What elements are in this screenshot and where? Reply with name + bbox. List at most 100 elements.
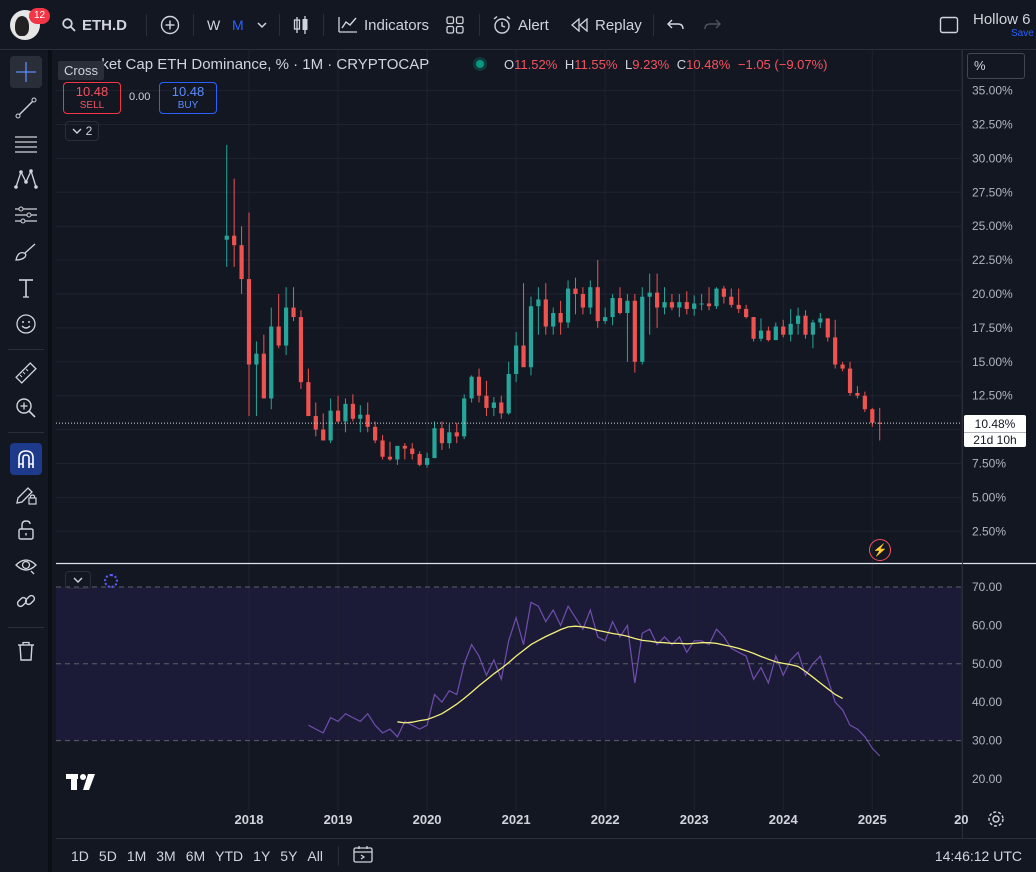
- magnet-mode-button[interactable]: [10, 443, 42, 475]
- range-3m-button[interactable]: 3M: [151, 848, 180, 864]
- text-tool[interactable]: [10, 272, 42, 304]
- price-axis-tick: 12.50%: [972, 389, 1013, 403]
- range-1d-button[interactable]: 1D: [66, 848, 94, 864]
- rsi-axis-tick: 60.00: [972, 618, 1002, 632]
- forecasting-tool[interactable]: [10, 199, 42, 231]
- candle-body: [758, 330, 764, 339]
- scale-unit-select[interactable]: %: [967, 53, 1025, 79]
- chart-type-button[interactable]: [292, 0, 310, 50]
- price-axis-tick: 5.00%: [972, 490, 1006, 504]
- trading-app: 12 ETH.D W M Indicators Alert Replay Hol…: [0, 0, 1036, 872]
- alert-button[interactable]: Alert: [492, 0, 549, 50]
- toolbar-divider: [479, 14, 480, 36]
- candle-body: [669, 302, 675, 308]
- range-ytd-button[interactable]: YTD: [210, 848, 248, 864]
- replay-button[interactable]: Replay: [571, 0, 642, 50]
- candle-body: [528, 306, 534, 368]
- trend-line-tool[interactable]: [10, 92, 42, 124]
- compare-symbol-button[interactable]: [160, 0, 180, 50]
- symbol-search-button[interactable]: ETH.D: [62, 0, 127, 50]
- bar-countdown: 21d 10h: [964, 432, 1026, 447]
- range-all-button[interactable]: All: [302, 848, 328, 864]
- candle-body: [506, 374, 511, 414]
- candle-body: [499, 402, 504, 414]
- candle-body: [469, 376, 474, 399]
- rewind-icon: [571, 18, 588, 32]
- open-value: 11.52%: [514, 57, 558, 72]
- rsi-collapse-button[interactable]: [65, 571, 91, 589]
- interval-monthly-button[interactable]: M: [232, 0, 244, 50]
- layouts-button[interactable]: [446, 0, 464, 50]
- series-title: arket Cap ETH Dominance, % · 1M · CRYPTO…: [88, 56, 430, 73]
- gear-icon: [988, 811, 1004, 827]
- rsi-axis-tick: 20.00: [972, 772, 1002, 786]
- candle-body: [343, 403, 348, 422]
- sell-button[interactable]: 10.48 SELL: [63, 82, 121, 114]
- toolbar-divider: [323, 14, 324, 36]
- price-axis-tick: 35.00%: [972, 84, 1013, 98]
- range-5d-button[interactable]: 5D: [94, 848, 122, 864]
- brush-tool[interactable]: [10, 236, 42, 268]
- range-6m-button[interactable]: 6M: [181, 848, 210, 864]
- redo-button[interactable]: [703, 0, 721, 50]
- fullscreen-button[interactable]: [939, 0, 959, 50]
- candle-body: [803, 315, 808, 335]
- sell-label: SELL: [79, 100, 105, 111]
- candle-body: [588, 287, 593, 308]
- remove-drawings-button[interactable]: [10, 635, 42, 667]
- indicator-loading-icon: [104, 574, 118, 588]
- range-5y-button[interactable]: 5Y: [275, 848, 302, 864]
- measure-tool[interactable]: [10, 357, 42, 389]
- price-axis-tick: 30.00%: [972, 151, 1013, 165]
- candle-body: [246, 279, 252, 365]
- lock-drawings-button[interactable]: [10, 514, 42, 546]
- alert-label: Alert: [518, 16, 549, 34]
- candle-body: [462, 398, 467, 437]
- horizontal-lines-tool[interactable]: [10, 128, 42, 160]
- cross-tool-button[interactable]: [10, 56, 42, 88]
- lightning-icon[interactable]: ⚡: [869, 539, 891, 561]
- utc-clock[interactable]: 14:46:12 UTC: [935, 848, 1022, 864]
- candle-body: [632, 300, 637, 362]
- hide-drawings-button[interactable]: [10, 549, 42, 581]
- candle-body: [439, 428, 445, 444]
- goto-date-button[interactable]: [353, 845, 373, 866]
- range-1m-button[interactable]: 1M: [122, 848, 151, 864]
- link-drawings-button[interactable]: [10, 585, 42, 617]
- chevron-down-icon: [73, 577, 83, 583]
- chart-canvas[interactable]: 35.00%32.50%30.00%27.50%25.00%22.50%20.0…: [56, 50, 1036, 838]
- interval-weekly-button[interactable]: W: [207, 0, 220, 50]
- indicators-collapse-button[interactable]: 2: [65, 121, 99, 141]
- candle-body: [870, 409, 875, 423]
- time-axis-tick: 2019: [324, 812, 353, 827]
- candle-body: [350, 403, 355, 419]
- ohlc-legend: O11.52% H11.55% L9.23% C10.48% −1.05 (−9…: [504, 57, 828, 72]
- sidebar-divider: [8, 349, 44, 350]
- unlock-icon: [18, 520, 34, 540]
- pattern-tool[interactable]: [10, 163, 42, 195]
- buy-button[interactable]: 10.48 BUY: [159, 82, 217, 114]
- chart-settings-button[interactable]: [987, 810, 1005, 833]
- close-value: 10.48%: [686, 57, 731, 72]
- high-value: 11.55%: [574, 57, 618, 72]
- interval-dropdown[interactable]: [256, 0, 268, 50]
- candle-body: [617, 298, 623, 313]
- stay-in-drawing-mode-button[interactable]: [10, 479, 42, 511]
- range-1y-button[interactable]: 1Y: [248, 848, 275, 864]
- top-toolbar: 12 ETH.D W M Indicators Alert Replay Hol…: [0, 0, 1036, 50]
- chart-pane[interactable]: 35.00% 32.50% 30.00% 27.50% 25.00% 22.50% 20.0…: [56, 50, 1036, 838]
- candle-body: [276, 326, 281, 346]
- candle-body: [714, 288, 719, 307]
- undo-button[interactable]: [667, 0, 685, 50]
- candle-body: [603, 317, 608, 322]
- save-button[interactable]: Save: [1011, 28, 1034, 39]
- magnet-icon: [18, 450, 34, 468]
- candle-body: [261, 353, 266, 399]
- candle-body: [454, 432, 459, 437]
- indicators-button[interactable]: Indicators: [338, 0, 429, 50]
- emoji-tool[interactable]: [10, 308, 42, 340]
- zoom-in-tool[interactable]: [10, 392, 42, 424]
- candle-body: [647, 292, 652, 297]
- candle-body: [284, 307, 289, 346]
- candle-body: [328, 410, 333, 441]
